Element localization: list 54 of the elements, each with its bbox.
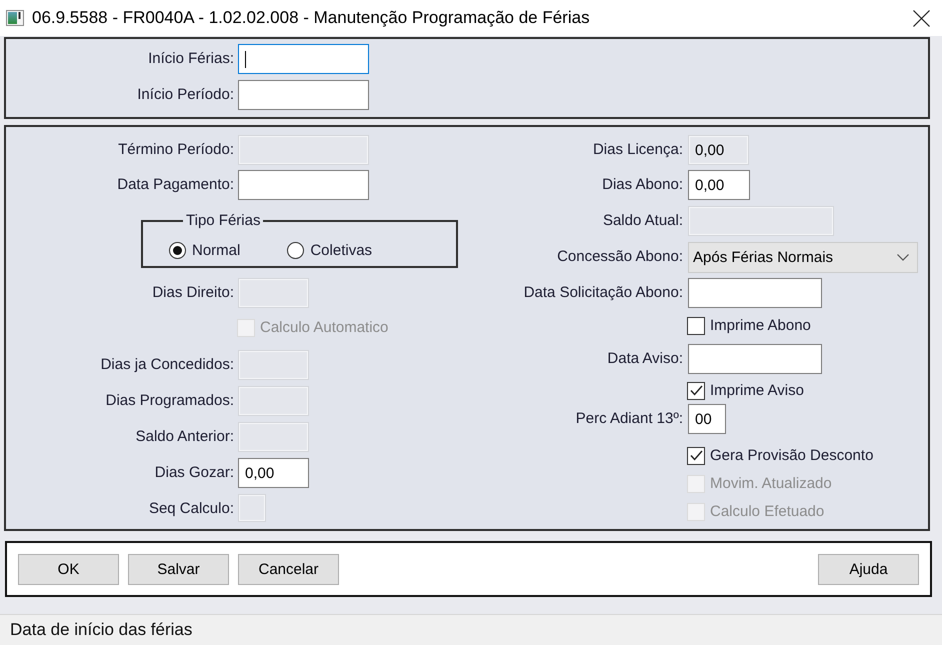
field-label: Data Aviso: — [607, 349, 683, 369]
group-box-title: Tipo Férias — [185, 212, 262, 229]
input-field[interactable]: 00 — [688, 404, 726, 434]
dropdown[interactable]: Após Férias Normais — [688, 242, 918, 273]
window-icon — [6, 10, 24, 26]
field-label: Concessão Abono: — [557, 247, 683, 267]
help-button[interactable]: Ajuda — [818, 554, 919, 584]
field-label: Dias Licença: — [592, 140, 683, 160]
input-field[interactable] — [238, 170, 369, 200]
field-label: Data Pagamento: — [117, 175, 234, 195]
field-label: Início Férias: — [148, 49, 234, 69]
field-label: Saldo Anterior: — [136, 427, 234, 447]
checkbox-label: Imprime Aviso — [710, 382, 804, 399]
input-field[interactable]: 0,00 — [688, 170, 750, 200]
checkbox-label: Gera Provisão Desconto — [710, 447, 874, 464]
field-label: Dias Abono: — [602, 175, 683, 195]
checkbox-label: Movim. Atualizado — [710, 475, 832, 492]
field-label: Seq Calculo: — [148, 499, 234, 519]
status-text: Data de início das férias — [10, 620, 192, 640]
dialog-button[interactable]: OK — [18, 554, 119, 584]
field-label: Saldo Atual: — [602, 211, 683, 231]
input-field[interactable] — [688, 278, 822, 308]
radio-button[interactable] — [287, 242, 304, 258]
field-label: Início Período: — [137, 85, 234, 105]
window-title: 06.9.5588 - FR0040A - 1.02.02.008 - Manutenção Programação de Férias — [32, 8, 591, 28]
text-cursor-icon — [245, 50, 246, 68]
field-label: Dias Gozar: — [154, 463, 234, 483]
checkbox[interactable] — [687, 446, 705, 464]
checkmark-icon — [690, 385, 702, 396]
input-field[interactable] — [688, 344, 822, 374]
checkbox-label: Imprime Abono — [710, 317, 811, 334]
checkmark-icon — [690, 450, 702, 461]
field-label: Término Período: — [118, 140, 234, 160]
checkbox[interactable] — [687, 316, 705, 334]
chevron-down-icon — [897, 254, 909, 261]
radio-label: Normal — [192, 242, 240, 258]
input-field[interactable] — [238, 44, 369, 74]
radio-dot-icon — [173, 246, 182, 254]
checkbox-label: Calculo Automatico — [260, 319, 388, 336]
field-label: Dias Direito: — [152, 283, 234, 303]
dropdown-value: Após Férias Normais — [693, 249, 834, 266]
field-label: Perc Adiant 13º: — [576, 409, 683, 429]
field-label: Dias ja Concedidos: — [100, 355, 234, 375]
field-label: Data Solicitação Abono: — [524, 283, 683, 303]
checkbox[interactable] — [687, 382, 705, 400]
field-label: Dias Programados: — [106, 391, 234, 411]
checkbox-label: Calculo Efetuado — [710, 503, 824, 520]
close-icon[interactable] — [913, 10, 930, 26]
radio-button[interactable] — [169, 242, 186, 258]
dialog-button[interactable]: Salvar — [128, 554, 229, 584]
input-field[interactable]: 0,00 — [238, 458, 309, 488]
input-field[interactable] — [238, 80, 369, 110]
radio-label: Coletivas — [310, 242, 372, 258]
dialog-button[interactable]: Cancelar — [238, 554, 339, 584]
